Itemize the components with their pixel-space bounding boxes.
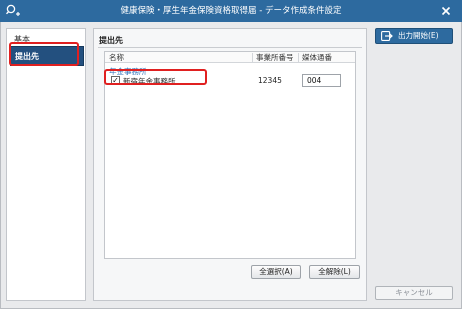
select-all-button[interactable]: 全選択(A)	[251, 265, 301, 279]
column-name: 名称	[109, 53, 124, 62]
column-divider	[298, 53, 299, 62]
clear-all-button[interactable]: 全解除(L)	[309, 265, 360, 279]
list-header: 名称 事業所番号 媒体通番	[105, 52, 355, 63]
sidebar: 基本 提出先	[6, 28, 86, 301]
window-title: 健康保険・厚生年金保険資格取得届 - データ作成条件設定	[120, 6, 342, 16]
section-title: 提出先	[99, 36, 123, 45]
highlight-office-row	[104, 69, 207, 85]
section-divider	[98, 47, 362, 48]
media-serial-input[interactable]: 004	[302, 74, 341, 87]
close-icon[interactable]	[438, 3, 454, 19]
start-output-button[interactable]: 出力開始(E)	[375, 28, 453, 44]
column-divider	[252, 53, 253, 62]
office-number: 12345	[258, 76, 282, 85]
title-bar: 健康保険・厚生年金保険資格取得届 - データ作成条件設定	[0, 0, 462, 22]
cancel-button[interactable]: キャンセル	[375, 286, 453, 300]
highlight-submission-tab	[9, 42, 79, 66]
column-media-serial: 媒体通番	[302, 53, 332, 62]
start-output-label: 出力開始(E)	[398, 31, 439, 40]
export-icon	[381, 31, 393, 41]
column-office-number: 事業所番号	[256, 53, 294, 62]
